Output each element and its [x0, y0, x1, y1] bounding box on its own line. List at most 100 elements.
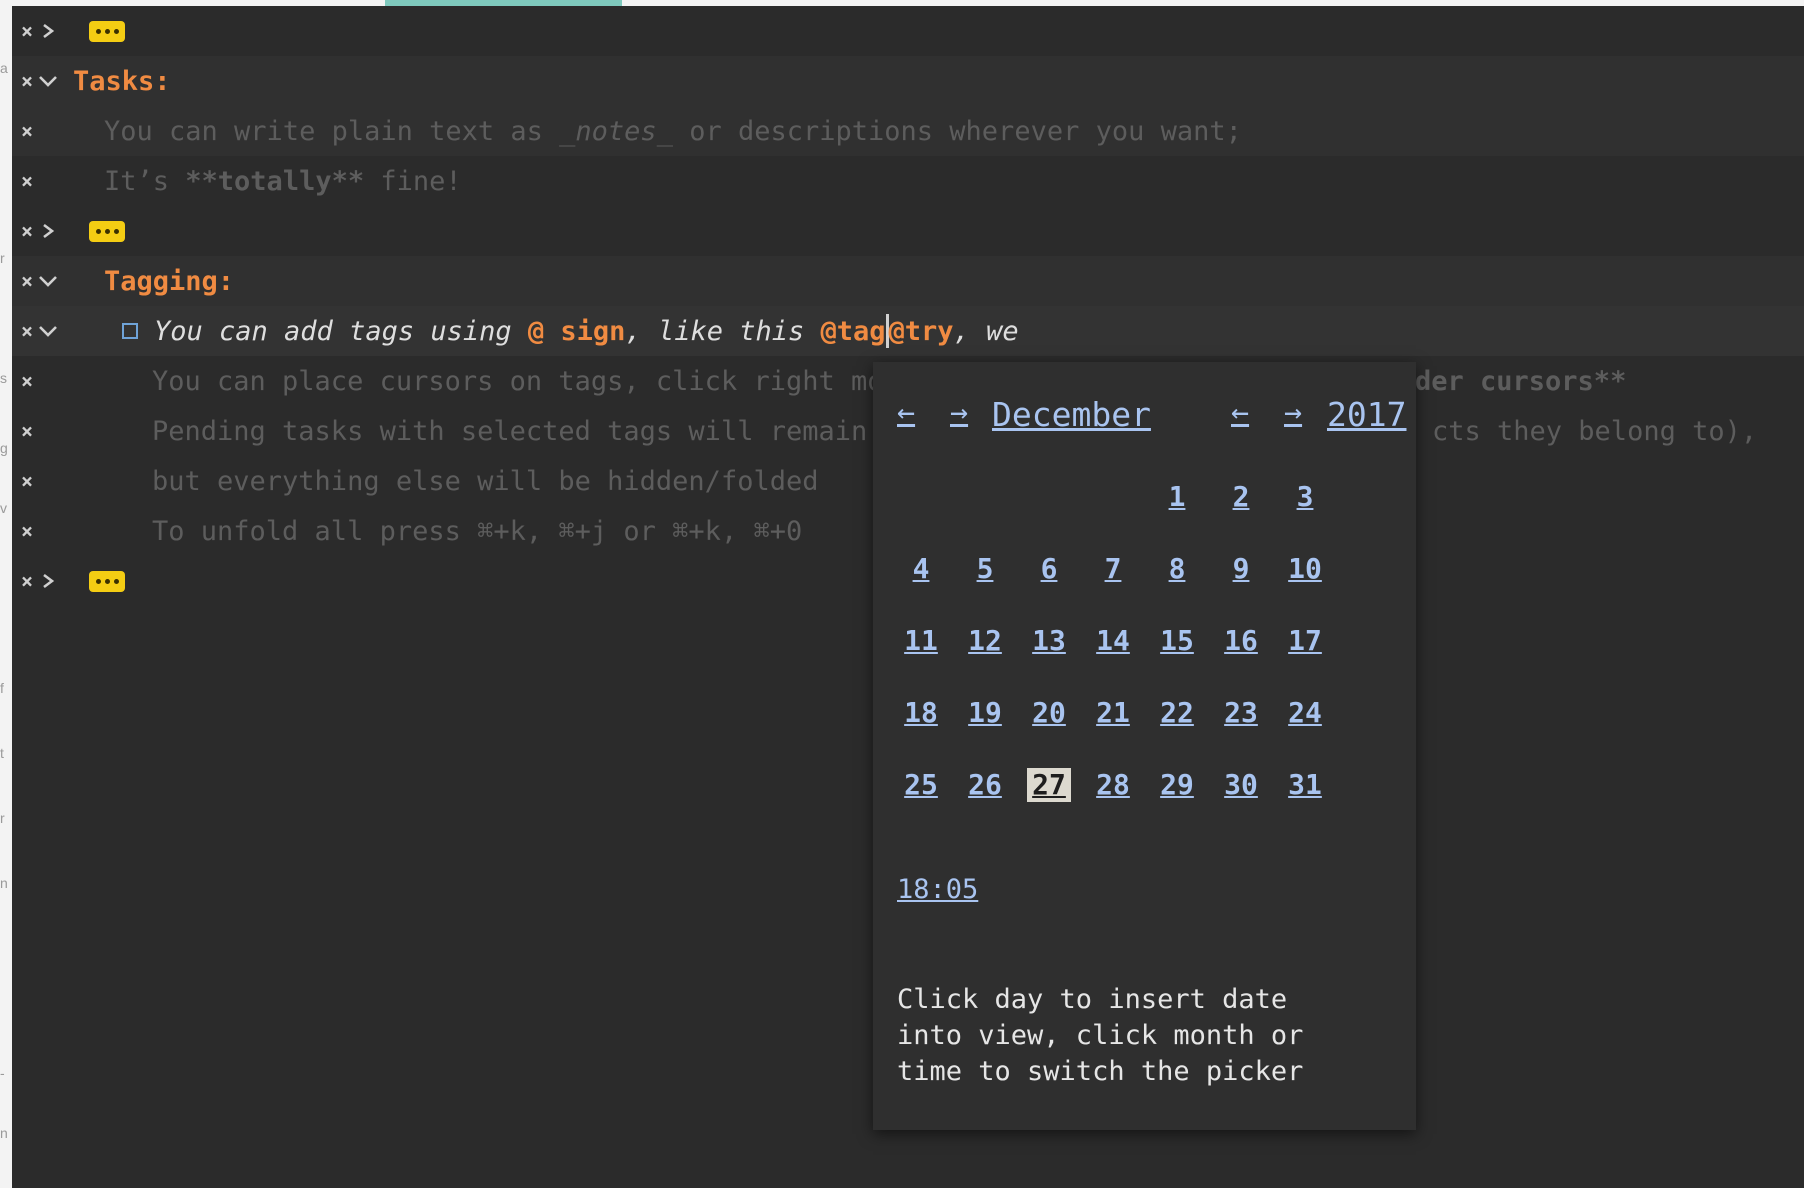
- chevron-right-icon[interactable]: [38, 573, 58, 589]
- calendar-day[interactable]: 26: [963, 768, 1007, 802]
- edge-fragment: n: [0, 1125, 8, 1141]
- remove-line-icon[interactable]: ×: [18, 521, 36, 541]
- task-checkbox[interactable]: [122, 323, 138, 339]
- remove-line-icon[interactable]: ×: [18, 571, 36, 591]
- calendar-day[interactable]: 27: [1027, 768, 1071, 802]
- edge-fragment: t: [0, 745, 4, 761]
- note-line: To unfold all press ⌘+k, ⌘+j or ⌘+k, ⌘+0: [152, 506, 802, 556]
- line-gutter[interactable]: ×: [18, 356, 78, 406]
- calendar-day[interactable]: 5: [963, 552, 1007, 586]
- editor-line: × You can write plain text as _notes_ or…: [12, 106, 1804, 156]
- edge-fragment: r: [0, 250, 5, 266]
- remove-line-icon[interactable]: ×: [18, 171, 36, 191]
- calendar-day[interactable]: 29: [1155, 768, 1199, 802]
- tag-highlight[interactable]: @ sign: [528, 316, 626, 347]
- note-text: but everything else will be hidden/folde…: [152, 465, 819, 497]
- line-gutter[interactable]: ×: [18, 306, 78, 356]
- next-month-arrow[interactable]: →: [950, 398, 968, 428]
- calendar-day[interactable]: 19: [963, 696, 1007, 730]
- folded-content-badge[interactable]: [89, 570, 125, 592]
- remove-line-icon[interactable]: ×: [18, 21, 36, 41]
- editor-line: × Tasks:: [12, 56, 1804, 106]
- calendar-day[interactable]: 28: [1091, 768, 1135, 802]
- calendar-day[interactable]: 22: [1155, 696, 1199, 730]
- prev-year-arrow[interactable]: ←: [1231, 398, 1249, 428]
- chevron-down-icon[interactable]: [38, 323, 58, 339]
- line-gutter[interactable]: ×: [18, 6, 78, 56]
- calendar-day[interactable]: 23: [1219, 696, 1263, 730]
- note-emphasis: _notes_: [559, 115, 673, 147]
- remove-line-icon[interactable]: ×: [18, 371, 36, 391]
- edge-fragment: r: [0, 810, 5, 826]
- calendar-day[interactable]: 9: [1219, 552, 1263, 586]
- tag-highlight[interactable]: @try: [889, 316, 954, 347]
- calendar-day[interactable]: 13: [1027, 624, 1071, 658]
- calendar-day[interactable]: 4: [899, 552, 943, 586]
- calendar-day[interactable]: 7: [1091, 552, 1135, 586]
- note-line: but everything else will be hidden/folde…: [152, 456, 818, 506]
- calendar-day[interactable]: 14: [1091, 624, 1135, 658]
- calendar-day[interactable]: 24: [1283, 696, 1327, 730]
- time-selector[interactable]: 18:05: [897, 874, 978, 905]
- note-text: cts they belong to),: [1432, 415, 1758, 447]
- edge-fragment: v: [0, 500, 7, 516]
- calendar-day[interactable]: 10: [1283, 552, 1327, 586]
- remove-line-icon[interactable]: ×: [18, 421, 36, 441]
- line-gutter[interactable]: ×: [18, 456, 78, 506]
- task-line[interactable]: You can add tags using @ sign, like this…: [122, 306, 1019, 356]
- year-selector[interactable]: 2017: [1327, 398, 1406, 431]
- line-gutter[interactable]: ×: [18, 256, 78, 306]
- task-text: , like this: [625, 315, 821, 347]
- calendar-day[interactable]: 1: [1155, 480, 1199, 514]
- chevron-down-icon[interactable]: [38, 273, 58, 289]
- edge-fragment: n: [0, 875, 8, 891]
- calendar-day[interactable]: 17: [1283, 624, 1327, 658]
- calendar-day[interactable]: 20: [1027, 696, 1071, 730]
- calendar-day[interactable]: 16: [1219, 624, 1263, 658]
- folded-content-badge[interactable]: [89, 220, 125, 242]
- note-line: It’s **totally** fine!: [104, 156, 462, 206]
- calendar-day[interactable]: 18: [899, 696, 943, 730]
- chevron-right-icon[interactable]: [38, 223, 58, 239]
- remove-line-icon[interactable]: ×: [18, 71, 36, 91]
- note-bold: **totally**: [185, 165, 365, 197]
- line-gutter[interactable]: ×: [18, 506, 78, 556]
- calendar-day[interactable]: 8: [1155, 552, 1199, 586]
- note-text: You can place cursors on tags, click rig…: [152, 365, 884, 397]
- note-text: fine!: [364, 165, 462, 197]
- calendar-day[interactable]: 15: [1155, 624, 1199, 658]
- note-line: Pending tasks with selected tags will re…: [152, 406, 867, 456]
- next-year-arrow[interactable]: →: [1284, 398, 1302, 428]
- tag-highlight[interactable]: @tag: [821, 316, 886, 347]
- calendar-day[interactable]: 6: [1027, 552, 1071, 586]
- prev-month-arrow[interactable]: ←: [897, 398, 915, 428]
- remove-line-icon[interactable]: ×: [18, 221, 36, 241]
- line-gutter[interactable]: ×: [18, 56, 78, 106]
- picker-hint: Click day to insert date into view, clic…: [897, 984, 1304, 1087]
- calendar-day[interactable]: 21: [1091, 696, 1135, 730]
- calendar-day[interactable]: 12: [963, 624, 1007, 658]
- remove-line-icon[interactable]: ×: [18, 121, 36, 141]
- project-title-tagging: Tagging:: [104, 265, 235, 297]
- folded-content-badge[interactable]: [89, 20, 125, 42]
- remove-line-icon[interactable]: ×: [18, 321, 36, 341]
- chevron-down-icon[interactable]: [38, 73, 58, 89]
- edge-fragment: g: [0, 440, 8, 456]
- line-gutter[interactable]: ×: [18, 556, 78, 606]
- line-gutter[interactable]: ×: [18, 206, 78, 256]
- chevron-right-icon[interactable]: [38, 23, 58, 39]
- calendar-day[interactable]: 2: [1219, 480, 1263, 514]
- note-line: You can write plain text as _notes_ or d…: [104, 106, 1242, 156]
- calendar-day[interactable]: 3: [1283, 480, 1327, 514]
- edge-fragment: f: [0, 680, 4, 696]
- remove-line-icon[interactable]: ×: [18, 271, 36, 291]
- calendar-day[interactable]: 30: [1219, 768, 1263, 802]
- line-gutter[interactable]: ×: [18, 156, 78, 206]
- calendar-day[interactable]: 25: [899, 768, 943, 802]
- calendar-day[interactable]: 11: [899, 624, 943, 658]
- remove-line-icon[interactable]: ×: [18, 471, 36, 491]
- line-gutter[interactable]: ×: [18, 106, 78, 156]
- month-selector[interactable]: December: [992, 398, 1151, 431]
- calendar-day[interactable]: 31: [1283, 768, 1327, 802]
- line-gutter[interactable]: ×: [18, 406, 78, 456]
